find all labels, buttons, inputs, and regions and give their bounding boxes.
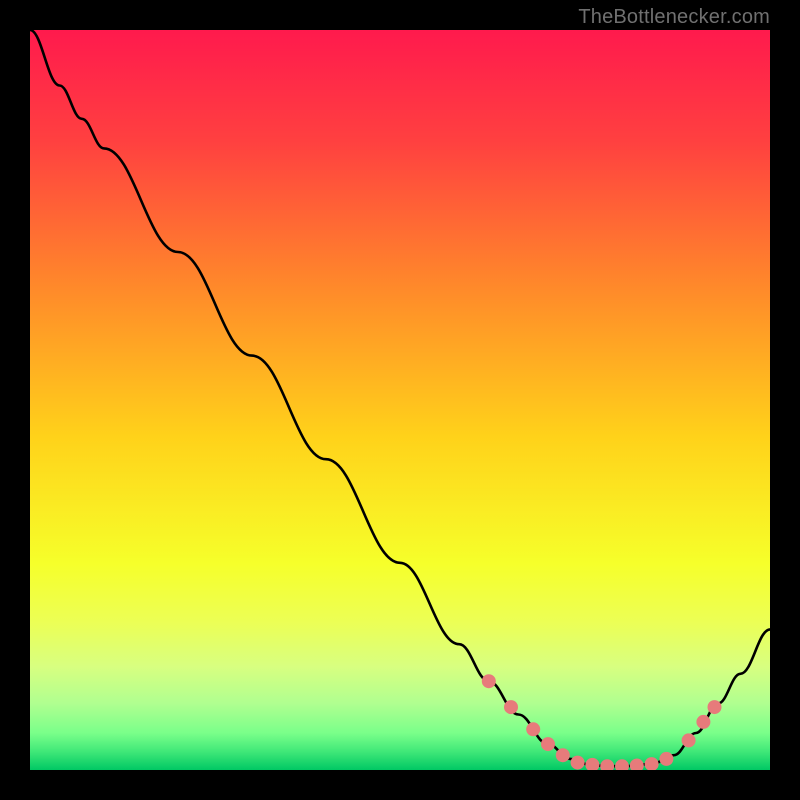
curve-marker	[556, 748, 570, 762]
chart-frame: TheBottlenecker.com	[0, 0, 800, 800]
curve-marker	[708, 700, 722, 714]
curve-marker	[541, 737, 555, 751]
curve-marker	[571, 756, 585, 770]
curve-marker	[682, 733, 696, 747]
curve-marker	[504, 700, 518, 714]
source-label: TheBottlenecker.com	[578, 6, 770, 29]
curve-marker	[526, 722, 540, 736]
plot-area	[30, 30, 770, 770]
gradient-background	[30, 30, 770, 770]
curve-marker	[482, 674, 496, 688]
curve-marker	[659, 752, 673, 766]
bottleneck-curve-chart	[30, 30, 770, 770]
curve-marker	[696, 715, 710, 729]
